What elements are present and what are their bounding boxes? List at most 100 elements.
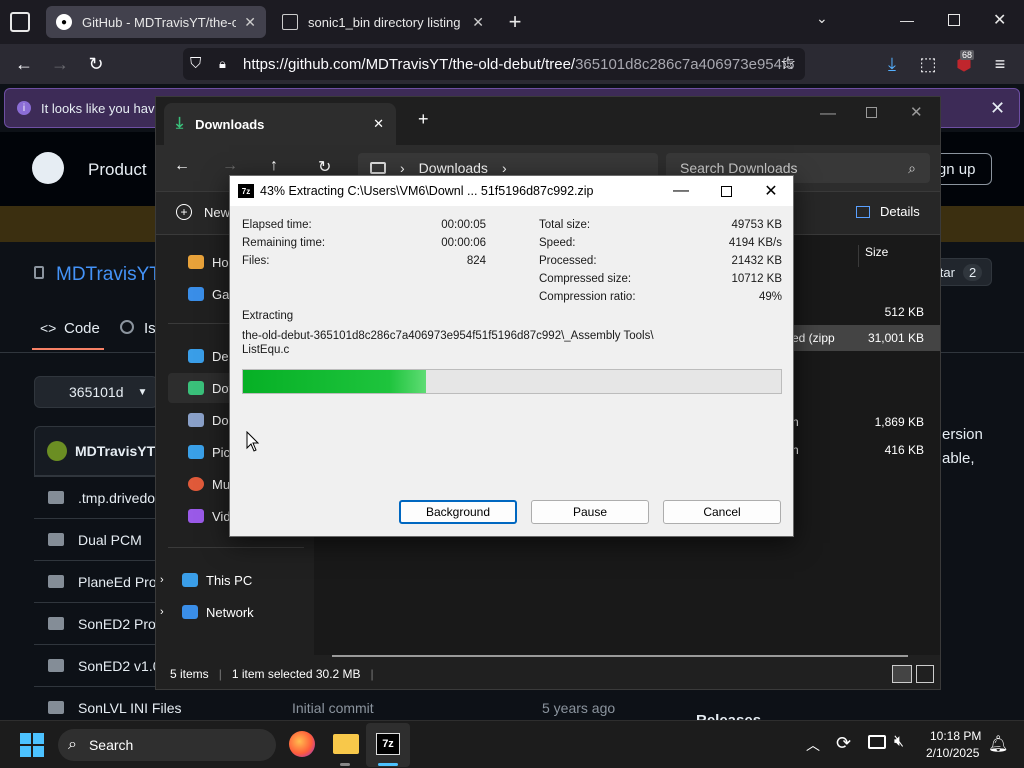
selection-info: 1 item selected 30.2 MB xyxy=(231,667,361,681)
notice-close-icon[interactable]: ✕ xyxy=(990,98,1005,119)
new-label: New xyxy=(204,204,231,220)
restore-window-icon[interactable] xyxy=(948,14,960,26)
new-tab-button[interactable]: + xyxy=(418,109,429,130)
file-explorer-app-icon[interactable] xyxy=(333,734,359,754)
close-tab-icon[interactable]: ✕ xyxy=(244,14,256,31)
browser-tab-sonic[interactable]: sonic1_bin directory listing ✕ xyxy=(272,6,494,38)
url-bar[interactable]: https://github.com/MDTravisYT/the-old-de… xyxy=(183,48,805,80)
folder-icon xyxy=(48,533,64,546)
stat-value: 824 xyxy=(466,255,486,267)
taskbar-search[interactable]: ⌕ Search xyxy=(58,729,276,761)
folder-icon xyxy=(48,575,64,588)
back-arrow-icon[interactable]: ← xyxy=(12,52,36,76)
tab-code[interactable]: Code xyxy=(64,320,100,337)
search-icon: ⌕ xyxy=(68,736,77,753)
maximize-icon[interactable] xyxy=(866,107,877,118)
tab-overview-icon[interactable] xyxy=(10,12,30,32)
close-window-icon[interactable]: ✕ xyxy=(993,10,1006,30)
progress-fill xyxy=(243,370,426,393)
branch-selector[interactable]: 365101d ▼ xyxy=(34,376,158,408)
close-tab-icon[interactable]: ✕ xyxy=(373,116,384,132)
forward-arrow-icon[interactable]: → xyxy=(222,157,238,175)
start-windows-icon[interactable] xyxy=(20,733,44,757)
nav-item-network[interactable]: › Network xyxy=(160,597,300,627)
new-button[interactable]: + New xyxy=(176,204,230,220)
extensions-icon[interactable]: ⬚ xyxy=(916,52,940,76)
horizontal-scrollbar[interactable] xyxy=(332,655,908,657)
file-name: SonED2 v1.0 xyxy=(78,657,161,674)
expand-chevron-icon: › xyxy=(160,606,164,618)
bookmark-star-icon[interactable]: ☆ xyxy=(780,53,796,74)
back-arrow-icon[interactable]: ← xyxy=(174,157,190,175)
url-commit-text: 365101d8c286c7a406973e954f5 xyxy=(575,55,795,73)
folder-icon xyxy=(48,659,64,672)
browser-tab-github[interactable]: ● GitHub - MDTravisYT/the-old-de ✕ xyxy=(46,6,266,38)
dialog-minimize-icon[interactable]: — xyxy=(658,176,704,206)
file-name: .tmp.drivedow xyxy=(78,489,166,506)
nav-label: Mu xyxy=(212,476,231,492)
new-tab-button[interactable]: + xyxy=(504,8,526,36)
music-icon xyxy=(188,477,204,491)
tiles-view-icon[interactable] xyxy=(916,665,934,683)
tab-issues[interactable]: Is xyxy=(144,320,156,337)
commit-age: 5 years ago xyxy=(542,699,616,716)
minimize-window-icon[interactable]: — xyxy=(900,12,914,28)
details-button[interactable]: Details xyxy=(856,204,920,219)
monitor-icon xyxy=(182,573,198,587)
firefox-app-icon[interactable] xyxy=(289,731,315,757)
refresh-icon[interactable]: ↻ xyxy=(318,157,331,177)
branch-name: 365101d xyxy=(69,384,124,400)
browser-tab-bar: ● GitHub - MDTravisYT/the-old-de ✕ sonic… xyxy=(0,0,1024,44)
nav-label: Network xyxy=(206,604,254,620)
close-icon[interactable]: ✕ xyxy=(910,103,923,121)
details-view-icon[interactable] xyxy=(892,665,912,683)
monitor-icon xyxy=(370,162,386,174)
minimize-icon[interactable]: — xyxy=(820,105,836,123)
pause-button[interactable]: Pause xyxy=(531,500,649,524)
shield-icon[interactable]: ⛉ xyxy=(190,55,201,72)
up-arrow-icon[interactable]: ↑ xyxy=(270,157,278,175)
address-text: Downloads xyxy=(418,160,488,176)
list-tabs-chevron-icon[interactable]: ⌄ xyxy=(816,10,828,27)
file-type: ed (zipp xyxy=(792,331,835,345)
file-size: 416 KB xyxy=(884,443,924,457)
notification-bell-icon[interactable]: 🔔︎ xyxy=(988,734,1008,754)
clock-date[interactable]: 2/10/2025 xyxy=(926,746,979,760)
stat-label: Elapsed time: xyxy=(242,219,312,231)
dialog-maximize-icon[interactable] xyxy=(703,176,749,206)
github-logo-icon[interactable] xyxy=(32,152,64,184)
file-size: 1,869 KB xyxy=(874,415,924,429)
reload-icon[interactable]: ↻ xyxy=(84,52,108,76)
file-name: SonED2 Proje xyxy=(78,615,167,632)
sevenzip-app-icon: 7z xyxy=(376,733,400,755)
display-icon[interactable] xyxy=(868,735,886,749)
cancel-label: Cancel xyxy=(703,505,741,519)
commit-owner[interactable]: MDTravisYT xyxy=(75,443,155,459)
product-menu[interactable]: Product xyxy=(88,160,147,180)
pause-label: Pause xyxy=(572,505,608,519)
downloads-icon[interactable]: ⤓ xyxy=(880,52,904,76)
tab-title: sonic1_bin directory listing xyxy=(308,14,461,30)
clock-time[interactable]: 10:18 PM xyxy=(930,729,981,743)
sync-icon[interactable]: ⟳ xyxy=(836,733,851,754)
volume-muted-icon[interactable]: 🔇︎ xyxy=(894,733,904,751)
status-bar: 5 items | 1 item selected 30.2 MB | xyxy=(156,659,940,689)
search-icon: ⌕ xyxy=(908,159,916,176)
size-column-header[interactable]: Size xyxy=(858,245,888,267)
star-label: tar xyxy=(939,264,955,280)
dialog-close-icon[interactable]: ✕ xyxy=(748,176,794,206)
avatar xyxy=(47,441,67,461)
cancel-button[interactable]: Cancel xyxy=(663,500,781,524)
nav-item-this-pc[interactable]: › This PC xyxy=(160,565,300,595)
close-tab-icon[interactable]: ✕ xyxy=(472,14,484,31)
page-favicon-icon xyxy=(282,14,298,30)
repo-owner-link[interactable]: MDTravisYT xyxy=(56,264,161,286)
url-text: https://github.com/MDTravisYT/the-old-de… xyxy=(243,55,576,73)
explorer-tab-downloads[interactable]: ⤓ Downloads ✕ xyxy=(164,103,396,145)
menu-icon[interactable]: ≡ xyxy=(988,52,1012,76)
forward-arrow-icon[interactable]: → xyxy=(48,52,72,76)
extension-badge: 68 xyxy=(960,50,975,60)
tray-chevron-up-icon[interactable]: ︿ xyxy=(806,735,820,755)
background-button[interactable]: Background xyxy=(399,500,517,524)
nav-label: This PC xyxy=(206,572,253,588)
